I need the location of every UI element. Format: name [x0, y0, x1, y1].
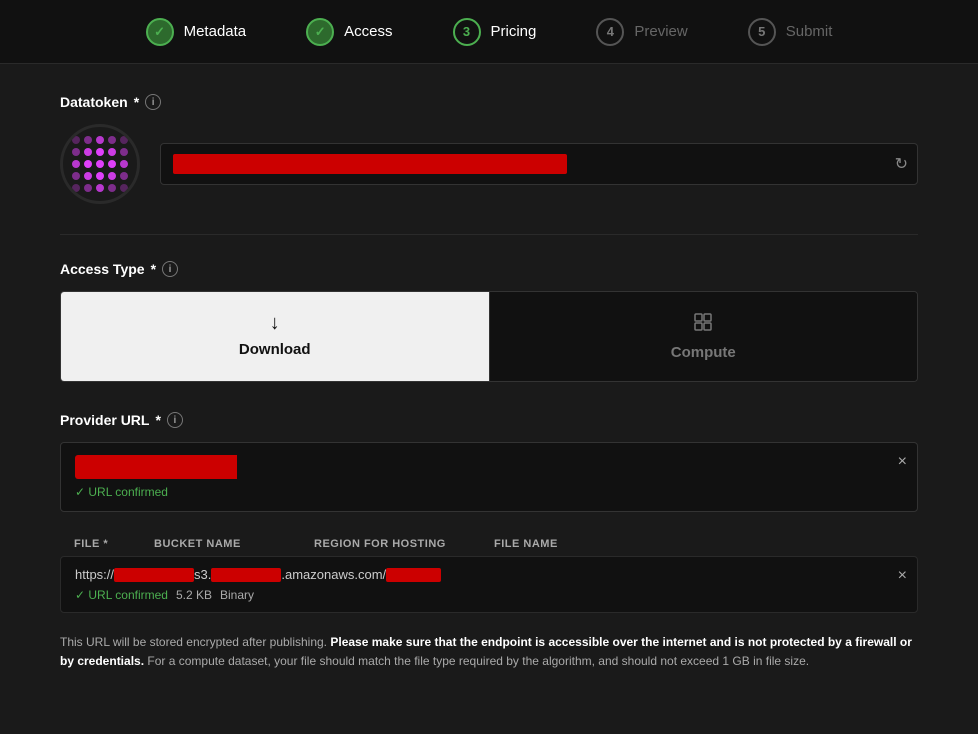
- step-circle-metadata: ✓: [146, 18, 174, 46]
- file-type: Binary: [220, 588, 254, 602]
- section-divider-1: [60, 234, 918, 235]
- step-pricing[interactable]: 3 Pricing: [453, 18, 537, 46]
- stepper: ✓ Metadata ✓ Access 3 Pricing 4 Preview …: [0, 0, 978, 64]
- download-button[interactable]: ↓ Download: [61, 292, 489, 381]
- access-type-section: Access Type * i ↓ Download: [60, 261, 918, 382]
- compute-button[interactable]: Compute: [489, 292, 918, 381]
- step-label-metadata: Metadata: [184, 23, 247, 40]
- file-url-redacted-1: [114, 568, 194, 582]
- step-label-submit: Submit: [786, 23, 833, 40]
- token-input-container: ↻: [160, 143, 918, 185]
- step-metadata[interactable]: ✓ Metadata: [146, 18, 247, 46]
- token-dots-icon: [62, 126, 138, 202]
- step-circle-pricing: 3: [453, 18, 481, 46]
- step-label-access: Access: [344, 23, 392, 40]
- token-value-redacted: [173, 154, 567, 174]
- token-refresh-icon[interactable]: ↻: [895, 154, 908, 174]
- access-type-info-icon[interactable]: i: [162, 261, 178, 277]
- provider-url-close-button[interactable]: ×: [898, 453, 907, 471]
- provider-url-label: Provider URL * i: [60, 412, 918, 428]
- step-circle-preview: 4: [596, 18, 624, 46]
- token-input-wrapper: ↻: [160, 143, 918, 185]
- warning-text: This URL will be stored encrypted after …: [60, 633, 918, 671]
- datatoken-row: ↻: [60, 124, 918, 204]
- main-content: Datatoken * i: [0, 64, 978, 701]
- step-label-preview: Preview: [634, 23, 687, 40]
- download-icon: ↓: [270, 312, 280, 335]
- step-circle-submit: 5: [748, 18, 776, 46]
- datatoken-info-icon[interactable]: i: [145, 94, 161, 110]
- step-access[interactable]: ✓ Access: [306, 18, 392, 46]
- file-url-confirmed: ✓ URL confirmed: [75, 588, 168, 602]
- provider-url-input-box: ✓ URL confirmed ×: [60, 442, 918, 512]
- step-preview[interactable]: 4 Preview: [596, 18, 687, 46]
- access-type-buttons: ↓ Download Compute: [60, 291, 918, 382]
- file-url-redacted-2: [211, 568, 281, 582]
- token-avatar: [60, 124, 140, 204]
- provider-url-confirmed: ✓ URL confirmed: [75, 485, 881, 499]
- compute-icon: [693, 312, 713, 338]
- access-type-label: Access Type * i: [60, 261, 918, 277]
- file-table-section: File * BUCKET NAME REGION FOR HOSTING FI…: [60, 532, 918, 613]
- provider-url-value-redacted[interactable]: [75, 455, 345, 479]
- file-size: 5.2 KB: [176, 588, 212, 602]
- datatoken-label: Datatoken * i: [60, 94, 918, 110]
- file-url-redacted-3: [386, 568, 441, 582]
- step-circle-access: ✓: [306, 18, 334, 46]
- provider-url-section: Provider URL * i ✓ URL confirmed ×: [60, 412, 918, 512]
- file-url: https:// s3. .amazonaws.com/: [75, 567, 903, 582]
- file-row-close-button[interactable]: ×: [898, 567, 907, 585]
- step-submit[interactable]: 5 Submit: [748, 18, 833, 46]
- file-table-header: File * BUCKET NAME REGION FOR HOSTING FI…: [60, 532, 918, 556]
- file-meta: ✓ URL confirmed 5.2 KB Binary: [75, 588, 903, 602]
- provider-url-info-icon[interactable]: i: [167, 412, 183, 428]
- file-table-row: https:// s3. .amazonaws.com/ ✓ URL confi…: [60, 556, 918, 613]
- token-input-field[interactable]: [160, 143, 918, 185]
- step-label-pricing: Pricing: [491, 23, 537, 40]
